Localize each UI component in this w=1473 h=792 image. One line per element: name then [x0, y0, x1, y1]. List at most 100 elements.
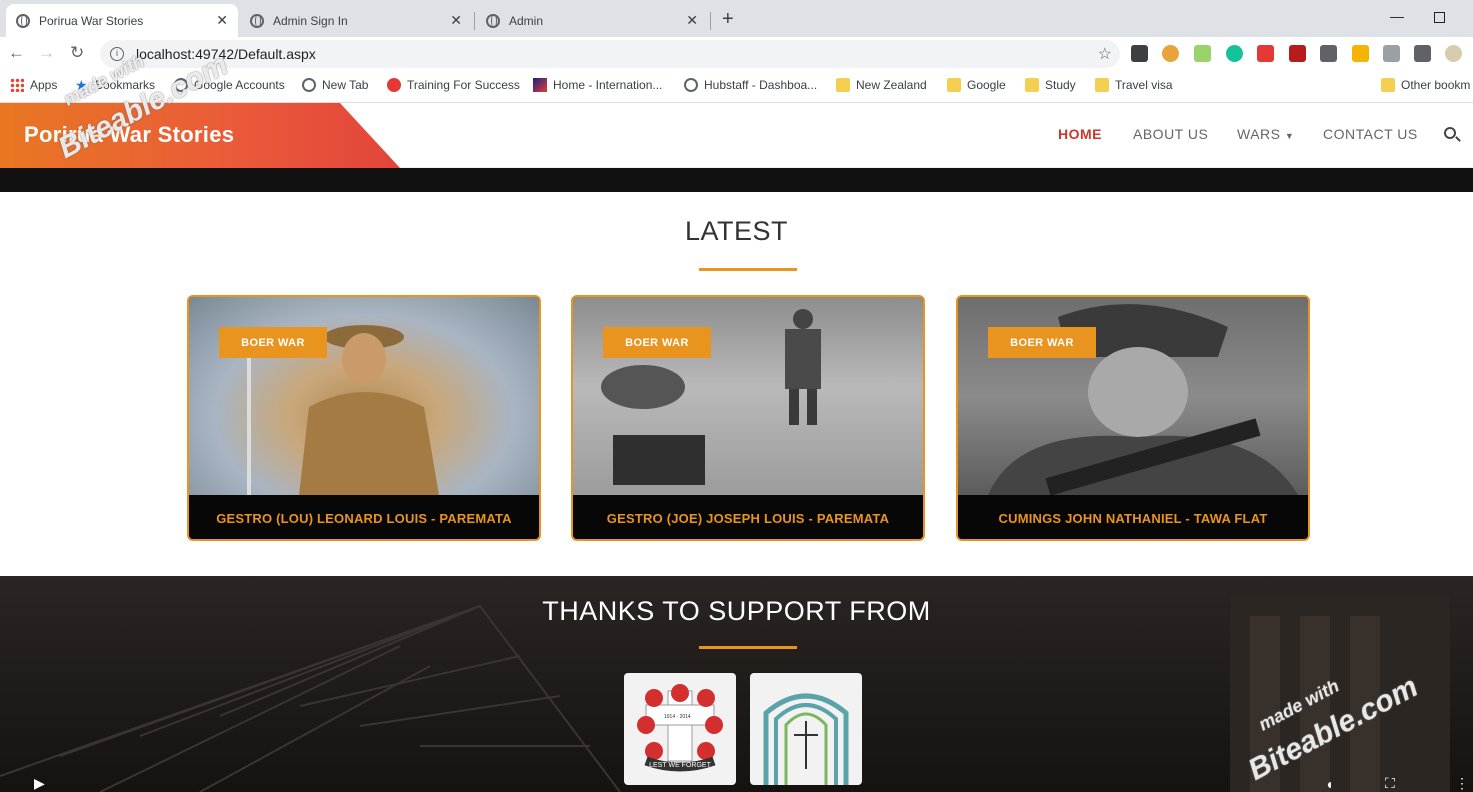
bookmark-folder-travel-visa[interactable]: Travel visa — [1095, 78, 1173, 92]
minimize-button[interactable]: — — [1390, 8, 1404, 24]
browser-chrome: Porirua War Stories ✕ Admin Sign In ✕ Ad… — [0, 0, 1473, 103]
close-icon[interactable]: ✕ — [686, 12, 698, 29]
globe-icon — [250, 13, 264, 28]
bookmark-apps[interactable]: Apps — [10, 78, 57, 92]
bookmark-label: Travel visa — [1115, 78, 1173, 92]
new-tab-button[interactable]: + — [722, 8, 734, 31]
extension-icon[interactable] — [1194, 45, 1211, 62]
tab-separator — [474, 12, 475, 30]
arch-cross-logo — [763, 693, 849, 785]
nav-wars[interactable]: WARS ▼ — [1237, 126, 1294, 142]
title-underline — [699, 646, 797, 649]
website-viewport: Porirua War Stories HOME ABOUT US WARS ▼… — [0, 103, 1473, 792]
volume-icon[interactable]: ◖ — [1325, 776, 1333, 792]
lest-we-forget-logo[interactable]: 1914 · 2014 LEST WE FORGET — [624, 673, 736, 785]
close-icon[interactable]: ✕ — [216, 12, 228, 29]
tfs-icon — [387, 78, 401, 92]
globe-icon — [684, 78, 698, 92]
category-badge[interactable]: BOER WAR — [603, 327, 711, 358]
tab-porirua[interactable]: Porirua War Stories ✕ — [6, 4, 238, 37]
header-divider-bar — [0, 168, 1473, 192]
nav-about-us[interactable]: ABOUT US — [1133, 126, 1208, 142]
reload-icon[interactable]: ↻ — [70, 43, 84, 63]
bookmark-folder-study[interactable]: Study — [1025, 78, 1076, 92]
tab-admin[interactable]: Admin ✕ — [476, 4, 708, 37]
bookmark-label: New Tab — [322, 78, 369, 92]
pdf-extension-icon[interactable] — [1289, 45, 1306, 62]
bookmark-home-international[interactable]: Home - Internation... — [533, 78, 662, 92]
bookmark-label: Home - Internation... — [553, 78, 663, 92]
nav-contact-us[interactable]: CONTACT US — [1323, 126, 1418, 142]
address-bar[interactable]: i localhost:49742/Default.aspx ☆ — [100, 40, 1120, 68]
globe-icon — [302, 78, 316, 92]
bookmark-folder-other[interactable]: Other bookm — [1381, 78, 1470, 92]
fullscreen-icon[interactable]: ⛶ — [1385, 775, 1395, 792]
nav-home[interactable]: HOME — [1058, 126, 1102, 142]
globe-icon — [486, 13, 500, 28]
bookmark-label: Study — [1045, 78, 1076, 92]
story-card[interactable]: BOER WAR CUMINGS JOHN NATHANIEL - TAWA F… — [956, 295, 1310, 541]
logo-caption: LEST WE FORGET — [649, 762, 711, 769]
logo-years: 1914 · 2014 — [664, 714, 691, 720]
search-icon[interactable] — [1444, 127, 1456, 139]
story-card[interactable]: BOER WAR GESTRO (JOE) JOSEPH LOUIS - PAR… — [571, 295, 925, 541]
latest-title: LATEST — [684, 216, 789, 246]
tab-title: Admin Sign In — [273, 13, 348, 28]
nav-wars-label: WARS — [1237, 126, 1281, 142]
title-underline — [699, 268, 797, 271]
extension-icon[interactable] — [1162, 45, 1179, 62]
gmail-extension-icon[interactable] — [1131, 45, 1148, 62]
bookmark-star-icon[interactable]: ☆ — [1098, 44, 1112, 64]
folder-icon — [1095, 78, 1109, 92]
card-caption[interactable]: GESTRO (JOE) JOSEPH LOUIS - PAREMATA — [573, 495, 923, 539]
folder-icon — [1381, 78, 1395, 92]
category-badge[interactable]: BOER WAR — [219, 327, 327, 358]
grammarly-extension-icon[interactable] — [1226, 45, 1243, 62]
poppy-cross-logo: 1914 · 2014 LEST WE FORGET — [637, 684, 723, 772]
back-arrow-icon[interactable]: ← — [8, 43, 25, 63]
folder-icon — [836, 78, 850, 92]
latest-section: LATEST BOER WAR GESTRO (LOU) LEONARD LOU… — [0, 192, 1473, 576]
bookmark-label: Hubstaff - Dashboa... — [704, 78, 818, 92]
camera-icon[interactable] — [1383, 45, 1400, 62]
avatar[interactable] — [1445, 45, 1462, 62]
apps-grid-icon — [10, 78, 24, 92]
globe-icon — [16, 13, 30, 28]
plane-icon — [533, 78, 547, 92]
more-options-icon[interactable]: ⋮ — [1455, 775, 1469, 792]
bookmark-label: Google — [967, 78, 1006, 92]
extension-icon[interactable] — [1352, 45, 1369, 62]
tab-title: Admin — [509, 13, 544, 28]
bookmark-folder-new-zealand[interactable]: New Zealand — [836, 78, 927, 92]
close-icon[interactable]: ✕ — [450, 12, 462, 29]
folder-icon — [947, 78, 961, 92]
bookmark-label: Apps — [30, 78, 58, 92]
extension-icon[interactable] — [1320, 45, 1337, 62]
folder-icon — [1025, 78, 1039, 92]
site-navbar: Porirua War Stories HOME ABOUT US WARS ▼… — [0, 103, 1473, 168]
story-card[interactable]: BOER WAR GESTRO (LOU) LEONARD LOUIS - PA… — [187, 295, 541, 541]
tab-strip: Porirua War Stories ✕ Admin Sign In ✕ Ad… — [0, 0, 1473, 37]
bookmark-label: Other bookm — [1401, 78, 1471, 92]
bookmark-hubstaff[interactable]: Hubstaff - Dashboa... — [684, 78, 817, 92]
url-text: localhost:49742/Default.aspx — [136, 46, 316, 62]
bookmark-new-tab[interactable]: New Tab — [302, 78, 368, 92]
flipboard-extension-icon[interactable] — [1257, 45, 1274, 62]
partner-logo[interactable] — [750, 673, 862, 785]
tab-title: Porirua War Stories — [39, 13, 144, 28]
caret-down-icon: ▼ — [1284, 131, 1295, 141]
support-title: THANKS TO SUPPORT FROM — [542, 596, 931, 626]
maximize-button[interactable] — [1434, 12, 1445, 23]
bookmark-folder-google[interactable]: Google — [947, 78, 1006, 92]
card-caption[interactable]: GESTRO (LOU) LEONARD LOUIS - PAREMATA — [189, 495, 539, 539]
puzzle-extensions-icon[interactable] — [1414, 45, 1431, 62]
tab-admin-sign-in[interactable]: Admin Sign In ✕ — [240, 4, 472, 37]
tab-separator — [710, 12, 711, 30]
bookmark-label: Training For Success — [407, 78, 520, 92]
card-caption[interactable]: CUMINGS JOHN NATHANIEL - TAWA FLAT — [958, 495, 1308, 539]
forward-arrow-icon[interactable]: → — [38, 43, 55, 63]
category-badge[interactable]: BOER WAR — [988, 327, 1096, 358]
bookmark-training[interactable]: Training For Success — [387, 78, 520, 92]
bookmark-label: New Zealand — [856, 78, 927, 92]
play-icon[interactable]: ▶ — [34, 775, 45, 792]
